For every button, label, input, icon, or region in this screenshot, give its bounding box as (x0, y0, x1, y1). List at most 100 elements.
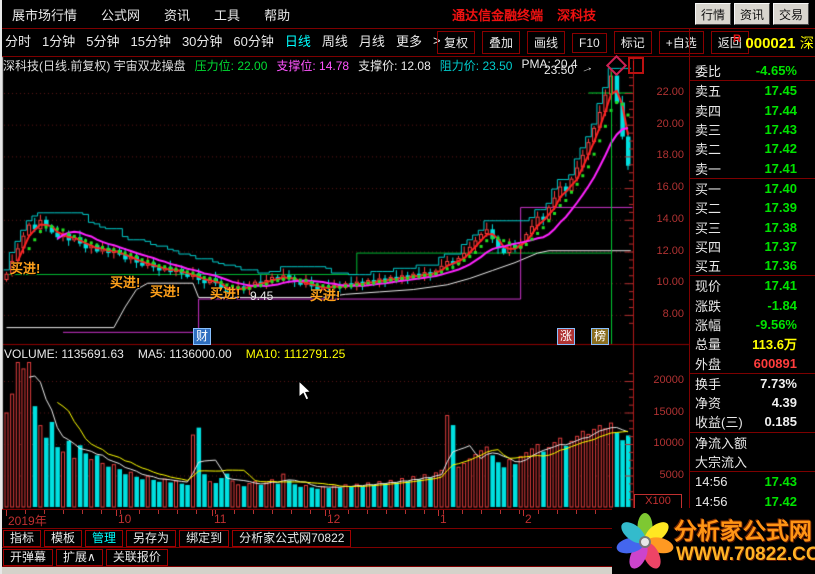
period-tab[interactable]: 分时 (5, 31, 31, 50)
action-button[interactable]: 叠加 (482, 31, 520, 54)
bottom-tab[interactable]: 扩展∧ (56, 549, 103, 566)
quote-row-value: 7.73% (760, 376, 797, 391)
menu-item[interactable]: 工具 (202, 5, 252, 24)
x-axis-month-label: 12 (327, 512, 340, 526)
period-tab[interactable]: 30分钟 (182, 31, 222, 50)
quote-row-label: 外盘 (695, 354, 721, 373)
menu-item[interactable]: 帮助 (252, 5, 302, 24)
period-tab[interactable]: 15分钟 (130, 31, 170, 50)
x-axis-tick-major (212, 510, 213, 516)
period-tab[interactable]: 日线 (285, 31, 311, 50)
quote-row-label: 14:56 (695, 474, 728, 489)
menu-item[interactable]: 展市场行情 (0, 5, 89, 24)
period-tab[interactable]: 周线 (322, 31, 348, 50)
quote-row: 涨幅-9.56% (690, 315, 815, 334)
bottom-tab[interactable]: 另存为 (126, 530, 176, 547)
brand-title: 通达信金融终端 (452, 5, 543, 24)
action-button[interactable]: 标记 (614, 31, 652, 54)
bottom-tab[interactable]: 模板 (44, 530, 82, 547)
quote-row-label: 净流入额 (695, 433, 747, 452)
quote-row: 大宗流入 (690, 452, 815, 472)
x-axis-tick (253, 510, 254, 514)
action-button[interactable]: +自选 (659, 31, 704, 54)
volume-axis-label: 10000 (640, 437, 684, 449)
quote-row: 卖四 17.44 (690, 101, 815, 120)
chart-title-bar: 深科技(日线.前复权) 宇宙双龙操盘 压力位: 22.00 支撑位: 14.78 支… (3, 57, 578, 74)
quote-row-label: 卖五 (695, 81, 721, 100)
low-price-label: 9.45 (250, 289, 273, 303)
header-button[interactable]: 交易 (773, 3, 809, 25)
quote-row: 净流入额 (690, 433, 815, 452)
quote-row-value: 17.39 (764, 200, 797, 215)
window-buttons: 行情资讯交易 (692, 3, 809, 25)
period-tab[interactable]: 5分钟 (86, 31, 119, 50)
bottom-tab-row-1: 指标模板管理另存为绑定到分析家公式网70822 (0, 528, 693, 547)
chart-title: 深科技(日线.前复权) 宇宙双龙操盘 (3, 57, 186, 74)
volume-header-item: MA10: 1112791.25 (246, 347, 346, 361)
quote-row-value: 17.43 (764, 474, 797, 489)
quote-row: 外盘600891 (690, 353, 815, 373)
quote-row-value: 113.6万 (752, 334, 797, 353)
bottom-tab[interactable]: 绑定到 (179, 530, 229, 547)
header-button[interactable]: 资讯 (734, 3, 770, 25)
x-axis-tick (139, 510, 140, 514)
x-axis-month-label: 2019年 (8, 512, 47, 529)
menu-item[interactable]: 公式网 (89, 5, 152, 24)
price-axis-label: 20.00 (640, 118, 684, 130)
chart-badge[interactable]: 涨 (557, 328, 575, 345)
bottom-tab[interactable]: 关联报价 (106, 549, 168, 566)
quote-row-label: 卖四 (695, 101, 721, 120)
quote-row-label: 卖二 (695, 139, 721, 158)
bottom-tab[interactable]: 分析家公式网70822 (232, 530, 351, 547)
action-buttons: 复权叠加画线F10标记+自选返回 (437, 31, 749, 54)
x-axis-tick (386, 510, 387, 514)
x-axis-tick (500, 510, 501, 514)
x-axis-month-label: 10 (118, 512, 131, 526)
period-tab[interactable]: 1分钟 (42, 31, 75, 50)
quote-row-value: 17.44 (764, 103, 797, 118)
period-tab[interactable]: 更多 (396, 31, 422, 50)
indicator-field: 支撑位: 14.78 (276, 57, 349, 74)
quote-row: 买三17.38 (690, 217, 815, 236)
buy-signal-label: 买进! (310, 285, 340, 304)
x-axis-tick (272, 510, 273, 514)
tdx-terminal-window: 展市场行情公式网资讯工具帮助 通达信金融终端 深科技 行情资讯交易 分时1分钟5… (0, 0, 815, 574)
header-button[interactable]: 行情 (695, 3, 731, 25)
x-axis-month-label: 2 (525, 512, 532, 526)
bottom-tab[interactable]: 开弹幕 (3, 549, 53, 566)
quote-row-label: 卖一 (695, 159, 721, 178)
action-button[interactable]: 复权 (437, 31, 475, 54)
quote-row: 卖一17.41 (690, 158, 815, 178)
volume-axis-label: 5000 (640, 469, 684, 481)
volume-axis-label: 20000 (640, 374, 684, 386)
menu-item[interactable]: 资讯 (152, 5, 202, 24)
window-box-icon[interactable] (628, 57, 644, 74)
menu-bar: 展市场行情公式网资讯工具帮助 通达信金融终端 深科技 行情资讯交易 (0, 0, 815, 28)
action-button[interactable]: 画线 (527, 31, 565, 54)
quote-row-label: 14:56 (695, 494, 728, 509)
chart-canvas[interactable] (0, 56, 690, 510)
quote-row-label: 现价 (695, 276, 721, 295)
quote-row: 委比-4.65% (690, 61, 815, 81)
menu-items: 展市场行情公式网资讯工具帮助 (0, 5, 302, 24)
x-axis-tick-major (116, 510, 117, 516)
indicator-field: 压力位: 22.00 (195, 57, 268, 74)
x-axis-tick (234, 510, 235, 514)
quote-row: 现价17.41 (690, 276, 815, 295)
quote-row: 买一17.40 (690, 179, 815, 198)
brand-stock-name: 深科技 (557, 5, 596, 24)
period-tab[interactable]: 月线 (359, 31, 385, 50)
quote-row: 卖二17.42 (690, 139, 815, 158)
period-tab[interactable]: 60分钟 (233, 31, 273, 50)
volume-header: VOLUME: 1135691.63MA5: 1136000.00MA10: 1… (4, 347, 345, 361)
action-button[interactable]: F10 (572, 33, 607, 53)
window-left-edge (0, 0, 2, 574)
quote-row-label: 买五 (695, 256, 721, 275)
chart-badge[interactable]: 财 (193, 328, 211, 345)
x-axis-tick (82, 510, 83, 514)
bottom-tab[interactable]: 指标 (3, 530, 41, 547)
indicator-field: 支撑价: 12.08 (358, 57, 431, 74)
chart-badge[interactable]: 榜 (591, 328, 609, 345)
bottom-tab[interactable]: 管理 (85, 530, 123, 547)
x-axis-month-label: 11 (214, 512, 226, 526)
